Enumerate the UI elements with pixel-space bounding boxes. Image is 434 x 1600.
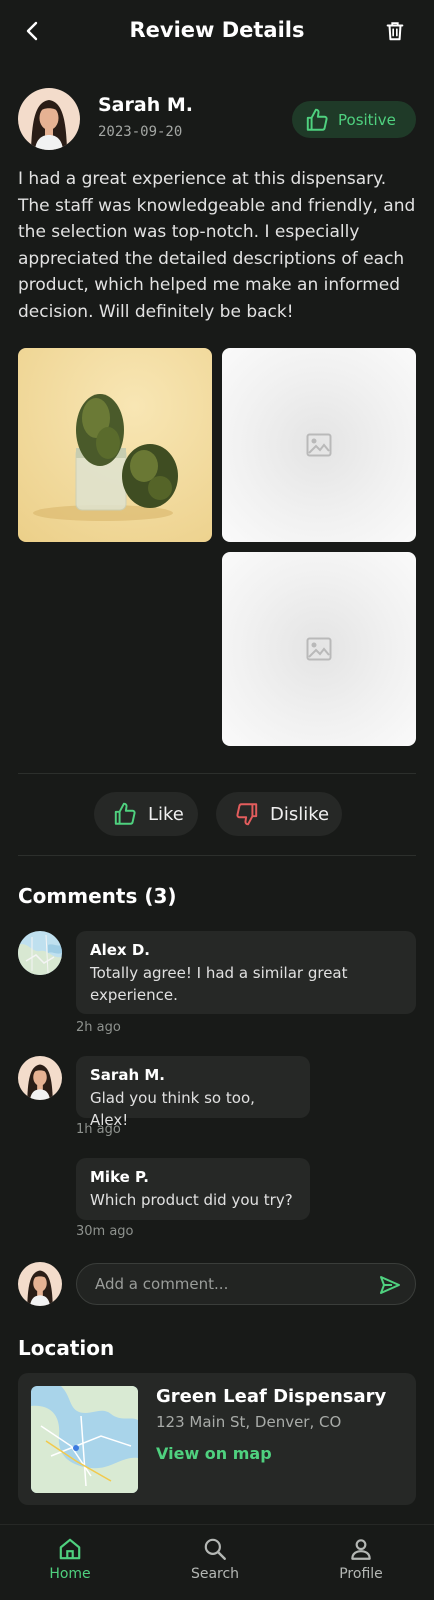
comment-text: Which product did you try? <box>90 1191 293 1209</box>
send-icon <box>380 1276 400 1294</box>
divider <box>18 773 416 774</box>
comment-author[interactable]: Mike P. <box>90 1168 296 1186</box>
image-icon <box>306 433 332 457</box>
dislike-label: Dislike <box>270 803 330 825</box>
commenter-avatar[interactable] <box>18 931 62 975</box>
commenter-avatar[interactable] <box>18 1056 62 1100</box>
comment-input[interactable] <box>76 1263 416 1305</box>
current-user-avatar[interactable] <box>18 1262 62 1306</box>
comment-text: Totally agree! I had a similar great exp… <box>90 964 348 1004</box>
comment-bubble: Sarah M. Glad you think so too, Alex! <box>76 1056 310 1129</box>
comment-bubble: Mike P. Which product did you try? <box>76 1158 310 1220</box>
review-photo[interactable] <box>18 348 212 542</box>
reviewer-name[interactable]: Sarah M. <box>98 94 193 116</box>
view-on-map-link[interactable]: View on map <box>156 1444 272 1463</box>
sentiment-label: Positive <box>338 110 396 129</box>
reviewer-avatar[interactable] <box>18 88 80 150</box>
photo-placeholder[interactable] <box>222 552 416 746</box>
nav-profile[interactable]: Profile <box>316 1536 406 1582</box>
divider <box>18 855 416 856</box>
search-icon <box>204 1538 226 1560</box>
image-icon <box>306 637 332 661</box>
nav-search[interactable]: Search <box>170 1536 260 1582</box>
thumbs-up-icon <box>114 802 136 825</box>
location-name: Green Leaf Dispensary <box>156 1386 387 1407</box>
map-thumbnail[interactable] <box>31 1386 138 1493</box>
review-date: 2023-09-20 <box>98 124 183 140</box>
comment-time: 30m ago <box>76 1224 134 1239</box>
photo-placeholder[interactable] <box>222 348 416 542</box>
user-icon <box>351 1539 371 1560</box>
thumbs-up-icon <box>306 108 328 131</box>
trash-icon <box>386 22 404 41</box>
thumbs-down-icon <box>236 803 258 826</box>
delete-button[interactable] <box>380 16 410 46</box>
like-label: Like <box>148 803 184 825</box>
nav-profile-label: Profile <box>339 1566 383 1582</box>
review-body: I had a great experience at this dispens… <box>18 169 416 322</box>
nav-search-label: Search <box>190 1566 240 1582</box>
send-button[interactable] <box>376 1271 404 1299</box>
nav-home[interactable]: Home <box>25 1536 115 1582</box>
sentiment-badge: Positive <box>292 101 416 138</box>
comments-title: Comments (3) <box>18 884 177 908</box>
comment-time: 2h ago <box>76 1020 121 1035</box>
comment-author[interactable]: Sarah M. <box>90 1066 296 1084</box>
comment-time: 1h ago <box>76 1122 121 1137</box>
comment-author[interactable]: Alex D. <box>90 941 402 959</box>
nav-home-label: Home <box>49 1566 91 1582</box>
home-icon <box>59 1538 81 1560</box>
location-title: Location <box>18 1336 115 1360</box>
like-button[interactable]: Like <box>94 792 198 836</box>
location-address: 123 Main St, Denver, CO <box>156 1413 342 1431</box>
dislike-button[interactable]: Dislike <box>216 792 342 836</box>
page-title: Review Details <box>129 18 305 42</box>
comment-bubble: Alex D. Totally agree! I had a similar g… <box>76 931 416 1014</box>
